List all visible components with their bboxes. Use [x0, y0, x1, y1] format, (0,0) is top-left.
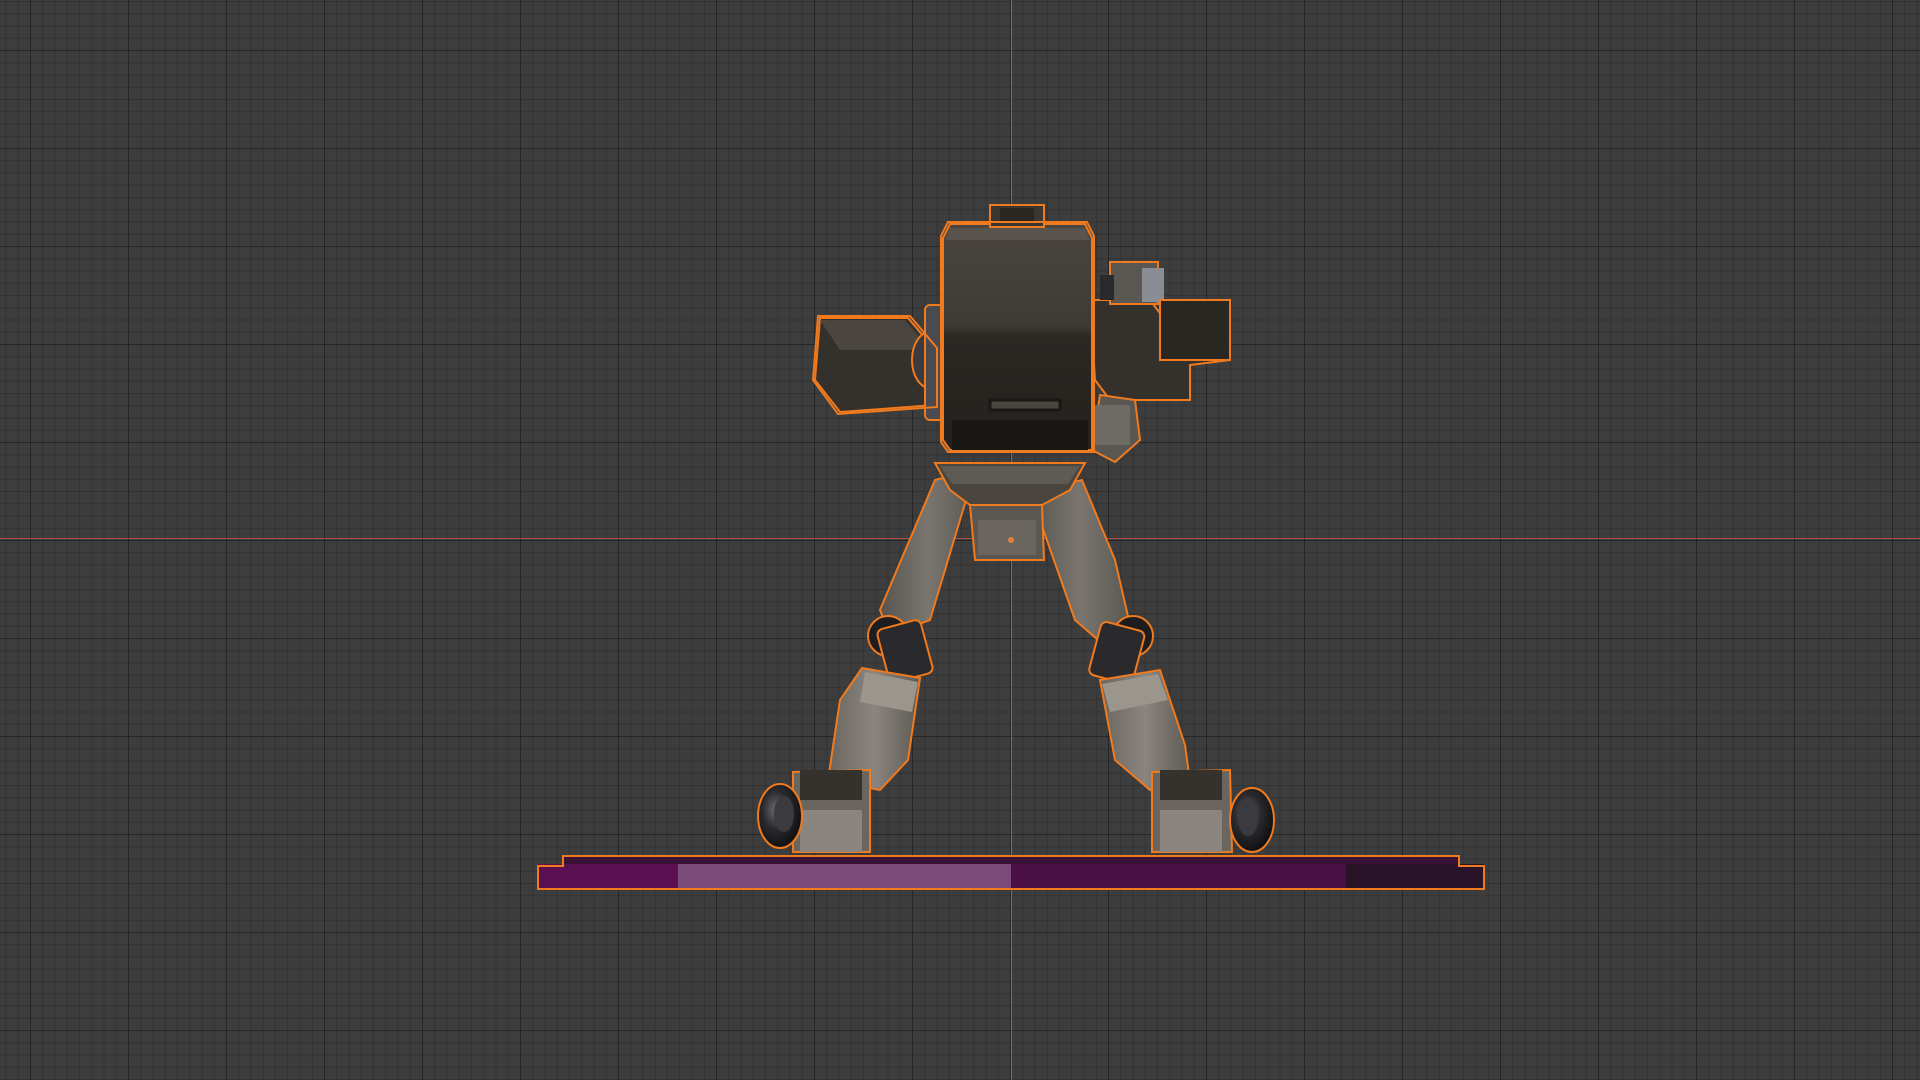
3d-viewport[interactable] — [0, 0, 1920, 1080]
pedestal-base[interactable] — [537, 855, 1485, 890]
torso[interactable] — [942, 204, 1093, 451]
left-arm[interactable] — [813, 304, 951, 421]
scene-canvas[interactable] — [0, 0, 1920, 1080]
right-arm-cannon[interactable] — [1088, 261, 1231, 464]
right-leg[interactable] — [1028, 478, 1275, 853]
left-leg[interactable] — [757, 468, 977, 853]
